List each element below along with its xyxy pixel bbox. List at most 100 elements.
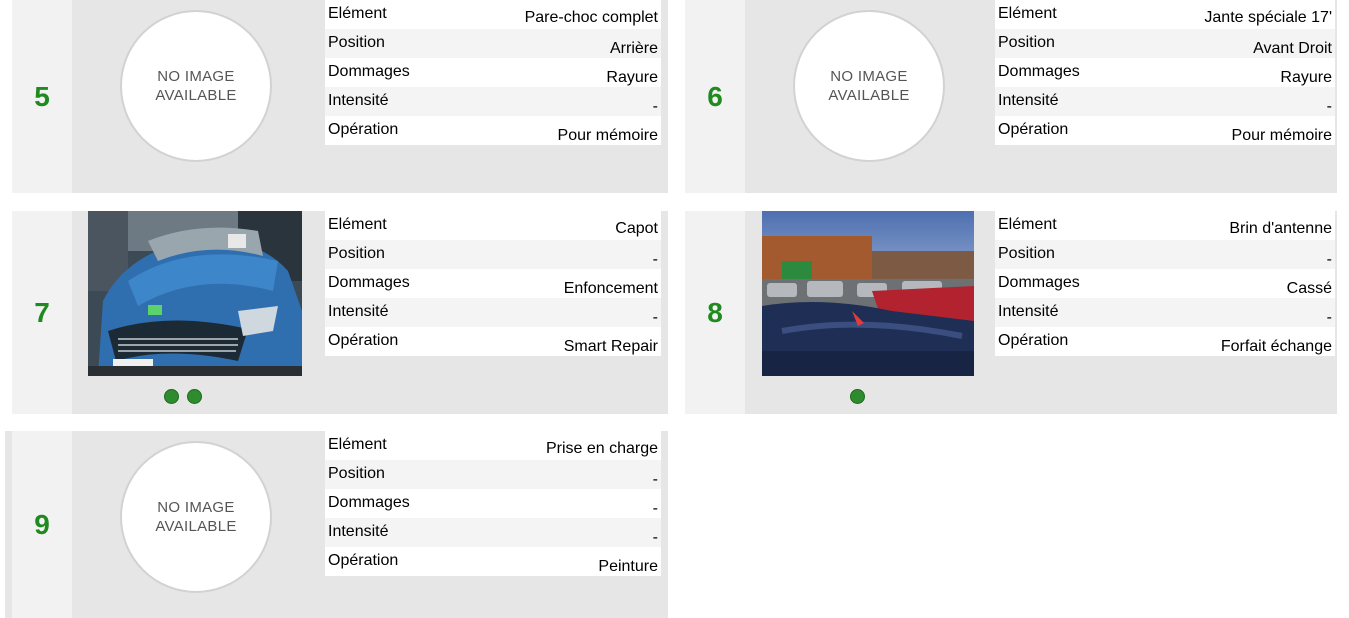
row-element: Elément Brin d'antenne [995,211,1335,240]
label-dommages: Dommages [328,274,410,291]
value-operation: Peinture [598,558,658,575]
label-intensite: Intensité [328,523,389,540]
label-intensite: Intensité [998,92,1059,109]
label-operation: Opération [328,121,399,138]
label-dommages: Dommages [328,494,410,511]
label-position: Position [328,34,385,51]
value-dommages: Rayure [606,69,658,86]
label-intensite: Intensité [328,303,389,320]
row-position: Position - [325,240,661,269]
photo-carousel-dots [850,389,865,404]
row-intensite: Intensité - [325,298,661,327]
value-intensite: - [652,309,658,326]
label-operation: Opération [328,332,399,349]
value-element: Brin d'antenne [1229,220,1332,237]
no-image-line-1: NO IMAGE [157,499,235,516]
row-dommages: Dommages Rayure [995,58,1335,87]
row-operation: Opération Peinture [325,547,661,576]
car-front-photo-image [88,211,302,376]
value-element: Capot [615,220,658,237]
label-position: Position [998,245,1055,262]
label-position: Position [998,34,1055,51]
label-element: Elément [328,216,387,233]
damage-details-table: Elément Brin d'antenne Position - Dommages… [995,211,1335,356]
value-intensite: - [1326,309,1332,326]
row-position: Position - [995,240,1335,269]
row-operation: Opération Pour mémoire [995,116,1335,145]
row-position: Position - [325,460,661,489]
row-position: Position Arrière [325,29,661,58]
damage-photo-car-roof[interactable] [762,211,974,376]
row-position: Position Avant Droit [995,29,1335,58]
row-operation: Opération Forfait échange [995,327,1335,356]
photo-area: NO IMAGE AVAILABLE [88,439,304,595]
row-element: Elément Prise en charge [325,431,661,460]
damage-details-table: Elément Jante spéciale 17' Position Avant … [995,0,1335,145]
damage-card-7: 7 Elément Capot Position - Dommages Enfo… [12,211,668,414]
label-operation: Opération [328,552,399,569]
no-image-line-2: AVAILABLE [828,87,910,104]
photo-area: NO IMAGE AVAILABLE [88,8,304,164]
no-image-line-2: AVAILABLE [155,518,237,535]
value-dommages: - [652,500,658,517]
no-image-line-1: NO IMAGE [157,68,235,85]
carousel-dot-1[interactable] [164,389,179,404]
label-operation: Opération [998,332,1069,349]
value-element: Prise en charge [545,440,658,457]
row-intensite: Intensité - [325,87,661,116]
label-element: Elément [328,436,387,453]
card-number-column: 5 [12,0,72,193]
carousel-dot-1[interactable] [850,389,865,404]
row-operation: Opération Smart Repair [325,327,661,356]
row-intensite: Intensité - [995,87,1335,116]
no-image-placeholder: NO IMAGE AVAILABLE [120,10,272,162]
value-position: Avant Droit [1253,40,1332,57]
damage-card-5: 5 NO IMAGE AVAILABLE Elément Pare-choc co… [12,0,668,193]
damage-number: 9 [34,508,50,540]
card-number-column: 6 [685,0,745,193]
label-position: Position [328,465,385,482]
row-dommages: Dommages Enfoncement [325,269,661,298]
photo-carousel-dots [164,389,202,404]
value-operation: Pour mémoire [1231,127,1332,144]
damage-card-9: 9 NO IMAGE AVAILABLE Elément Prise en cha… [5,431,668,618]
value-operation: Pour mémoire [557,127,658,144]
damage-card-6: 6 NO IMAGE AVAILABLE Elément Jante spécia… [685,0,1337,193]
damage-number: 6 [707,80,723,112]
damage-card-8: 8 Elément Brin d'antenne Position - Domm… [685,211,1337,414]
damage-details-table: Elément Prise en charge Position - Dommage… [325,431,661,576]
car-roof-photo-image [762,211,974,376]
no-image-line-2: AVAILABLE [155,87,237,104]
row-intensite: Intensité - [995,298,1335,327]
value-intensite: - [652,529,658,546]
label-dommages: Dommages [998,63,1080,80]
row-element: Elément Pare-choc complet [325,0,661,29]
damage-number: 8 [707,296,723,328]
row-dommages: Dommages - [325,489,661,518]
value-position: - [652,471,658,488]
card-number-column: 9 [12,431,72,618]
no-image-placeholder: NO IMAGE AVAILABLE [120,441,272,593]
no-image-line-1: NO IMAGE [830,68,908,85]
row-operation: Opération Pour mémoire [325,116,661,145]
value-operation: Smart Repair [563,338,658,355]
damage-photo-car-front[interactable] [88,211,302,376]
carousel-dot-2[interactable] [187,389,202,404]
row-dommages: Dommages Rayure [325,58,661,87]
value-dommages: Rayure [1280,69,1332,86]
photo-area: NO IMAGE AVAILABLE [761,8,977,164]
row-element: Elément Capot [325,211,661,240]
value-dommages: Enfoncement [563,280,658,297]
value-intensite: - [1326,98,1332,115]
value-intensite: - [652,98,658,115]
label-element: Elément [328,5,387,22]
value-position: - [652,251,658,268]
label-position: Position [328,245,385,262]
label-element: Elément [998,216,1057,233]
label-operation: Opération [998,121,1069,138]
damage-number: 5 [34,80,50,112]
label-element: Elément [998,5,1057,22]
card-number-column: 8 [685,211,745,414]
value-operation: Forfait échange [1220,338,1332,355]
card-number-column: 7 [12,211,72,414]
